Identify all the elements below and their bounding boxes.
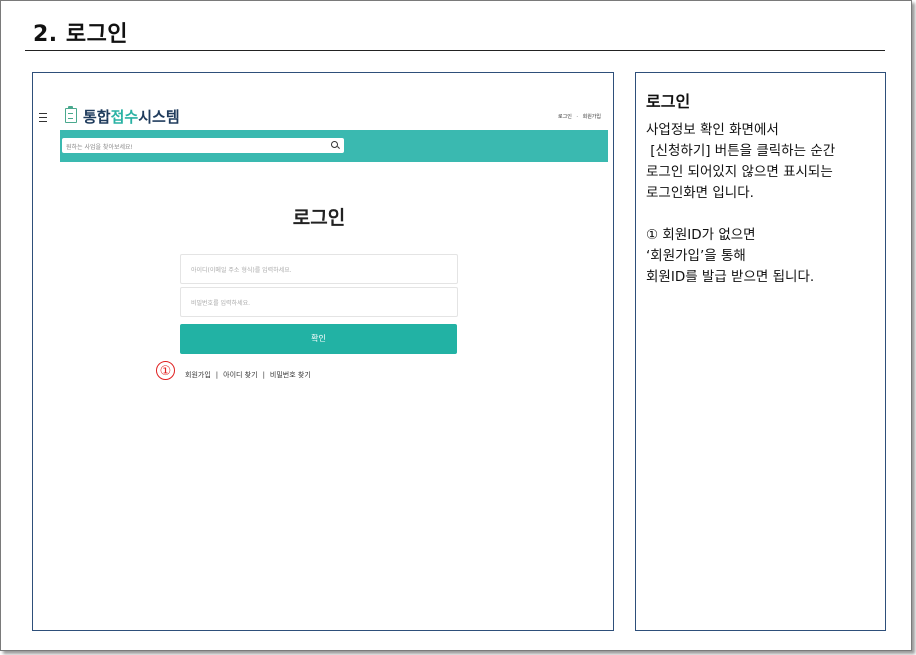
- clipboard-icon: [65, 106, 77, 123]
- signup-link[interactable]: 회원가입: [185, 371, 211, 379]
- login-screen-mockup: 통합접수시스템 로그인 · 회원가입 원하는 사업을 찾아보세요! 로그인 아이…: [32, 72, 614, 631]
- search-placeholder: 원하는 사업을 찾아보세요!: [66, 144, 133, 151]
- id-input[interactable]: 아이디(이메일 주소 형식)를 입력하세요.: [180, 254, 458, 284]
- link-separator: |: [215, 371, 219, 379]
- logo-part-2: 접수: [110, 108, 139, 126]
- description-note: ‘회원가입’을 통해: [646, 248, 746, 264]
- search-input[interactable]: 원하는 사업을 찾아보세요!: [62, 138, 344, 153]
- top-links: 로그인 · 회원가입: [555, 113, 601, 120]
- search-bar: 원하는 사업을 찾아보세요!: [60, 130, 608, 162]
- find-password-link[interactable]: 비밀번호 찾기: [270, 371, 311, 379]
- section-title: 2. 로그인: [33, 22, 129, 47]
- account-links: 회원가입 | 아이디 찾기 | 비밀번호 찾기: [185, 370, 311, 380]
- title-divider: [25, 50, 885, 51]
- description-line: 사업정보 확인 화면에서: [646, 122, 779, 138]
- description-body: 사업정보 확인 화면에서 [신청하기] 버튼을 클릭하는 순간 로그인 되어있지…: [646, 120, 882, 288]
- description-panel: 로그인 사업정보 확인 화면에서 [신청하기] 버튼을 클릭하는 순간 로그인 …: [635, 72, 886, 631]
- top-signup-link[interactable]: 회원가입: [583, 114, 601, 120]
- confirm-button[interactable]: 확인: [180, 324, 457, 354]
- logo-part-1: 통합: [83, 108, 111, 126]
- password-placeholder: 비밀번호를 입력하세요.: [191, 300, 251, 307]
- description-note: 회원ID를 발급 받으면 됩니다.: [646, 269, 815, 285]
- description-title: 로그인: [646, 92, 691, 111]
- logo-part-3: 시스템: [138, 108, 180, 126]
- id-placeholder: 아이디(이메일 주소 형식)를 입력하세요.: [191, 267, 292, 274]
- description-line: 로그인화면 입니다.: [646, 185, 754, 201]
- password-input[interactable]: 비밀번호를 입력하세요.: [180, 287, 458, 317]
- find-id-link[interactable]: 아이디 찾기: [223, 371, 257, 379]
- menu-icon[interactable]: [39, 113, 47, 122]
- search-icon[interactable]: [331, 141, 338, 148]
- description-line: 로그인 되어있지 않으면 표시되는: [646, 164, 833, 180]
- top-login-link[interactable]: 로그인: [558, 114, 572, 120]
- site-logo[interactable]: 통합접수시스템: [83, 106, 180, 127]
- description-line: [신청하기] 버튼을 클릭하는 순간: [646, 143, 836, 159]
- login-heading: 로그인: [292, 207, 346, 229]
- description-note: ① 회원ID가 없으면: [646, 227, 756, 243]
- top-link-divider: ·: [576, 114, 578, 120]
- annotation-marker-1: ①: [156, 361, 175, 380]
- link-separator: |: [262, 371, 265, 379]
